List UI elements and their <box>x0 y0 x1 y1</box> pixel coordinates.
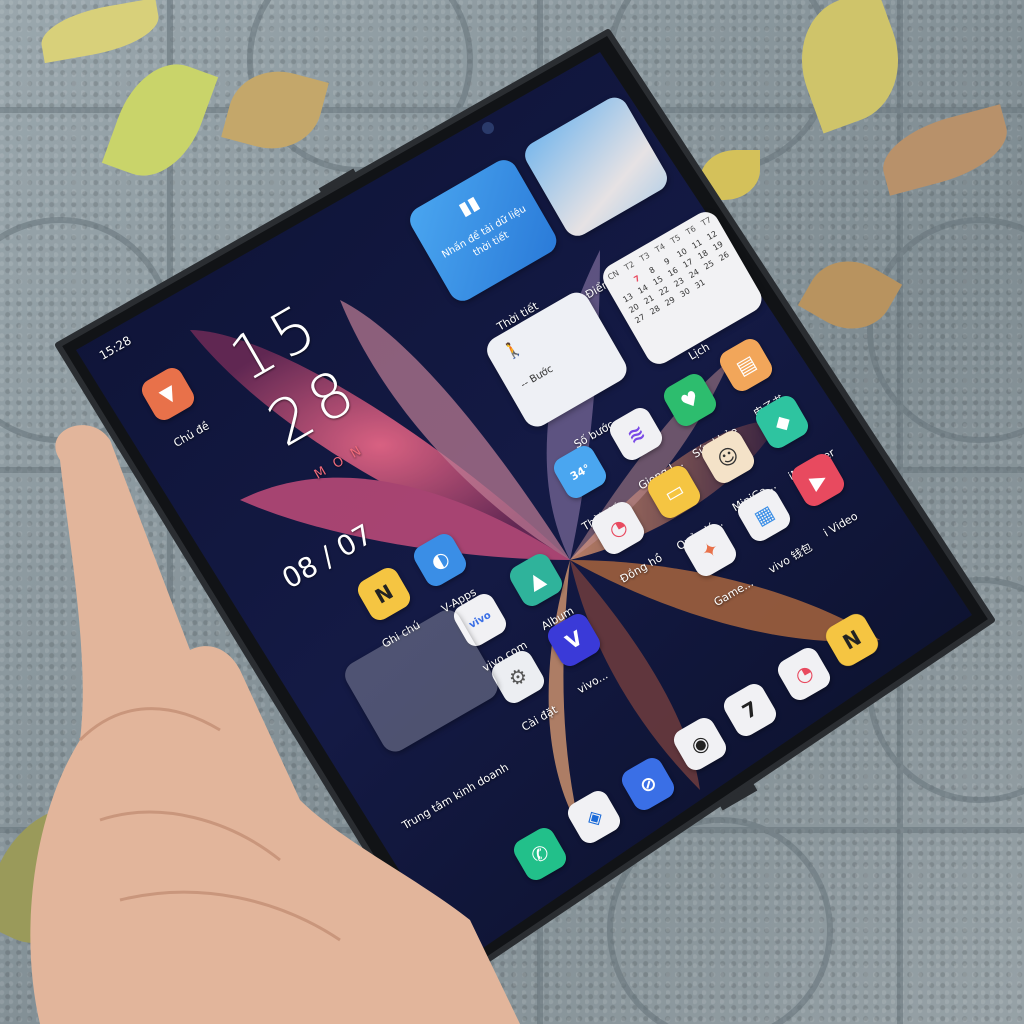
calendar-day[interactable] <box>707 268 724 283</box>
weather-app-temp: 34° <box>567 461 593 483</box>
calendar-day[interactable]: 31 <box>692 277 709 292</box>
calendar-day[interactable]: 30 <box>677 285 694 300</box>
weather-chart-icon: ▮▮ <box>455 192 483 221</box>
steps-widget-text: -- Bước <box>519 363 556 391</box>
calendar-day[interactable] <box>722 259 739 274</box>
calendar-day[interactable]: 27 <box>632 311 649 326</box>
walking-icon: 🚶 <box>499 336 526 364</box>
calendar-day[interactable]: 29 <box>662 294 679 309</box>
calendar-day[interactable]: 28 <box>647 303 664 318</box>
weather-widget-text: Nhấn để tải dữ liệu thời tiết <box>440 203 529 261</box>
